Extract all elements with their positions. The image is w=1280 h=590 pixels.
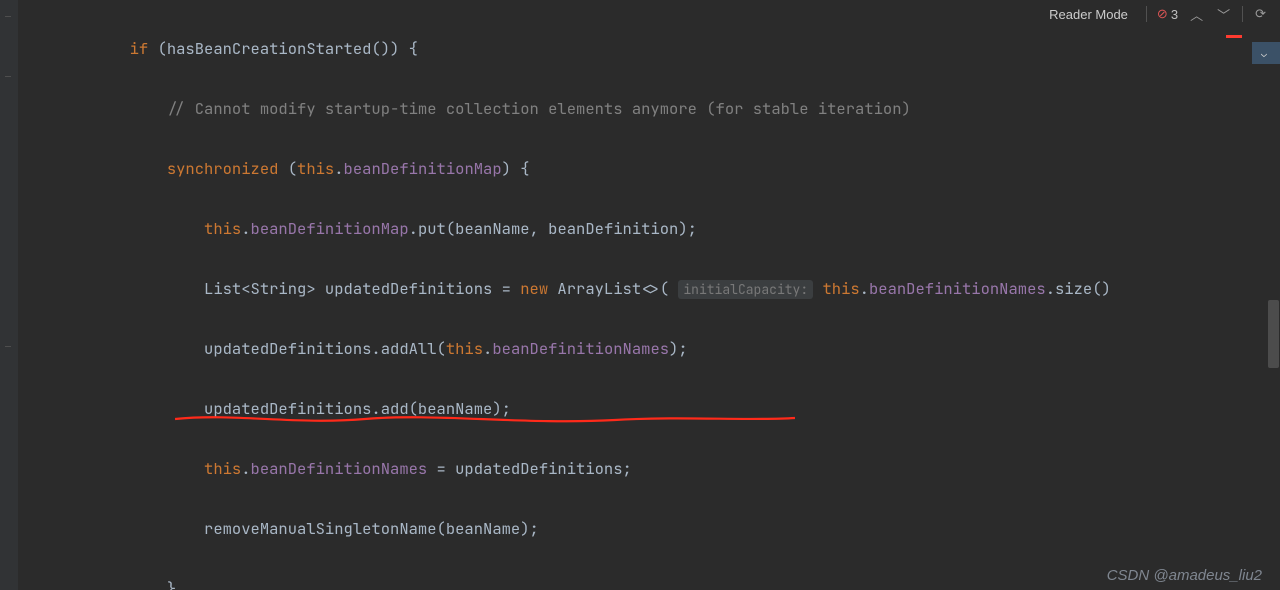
error-count-value: 3 (1171, 7, 1178, 22)
reader-mode-label[interactable]: Reader Mode (1041, 7, 1136, 22)
error-indicator[interactable]: ⊘ 3 (1157, 6, 1178, 22)
fold-mark-icon[interactable]: — (3, 340, 13, 353)
keyword-if: if (130, 38, 149, 59)
separator (1146, 6, 1147, 22)
error-icon: ⊘ (1157, 6, 1168, 22)
separator (1242, 6, 1243, 22)
csdn-watermark: CSDN @amadeus_liu2 (1107, 567, 1262, 584)
editor-top-toolbar: Reader Mode ⊘ 3 ︿ ﹀ ⟳ (1041, 0, 1268, 28)
inspection-dropdown[interactable]: ⌄ (1252, 42, 1280, 64)
parameter-hint: initialCapacity: (678, 280, 813, 299)
code-editor[interactable]: if (hasBeanCreationStarted()) { // Canno… (18, 0, 1280, 590)
fold-mark-icon[interactable]: — (3, 10, 13, 23)
refresh-icon[interactable]: ⟳ (1253, 6, 1268, 22)
scrollbar-thumb[interactable] (1268, 300, 1279, 368)
error-squiggle-indicator (1226, 34, 1242, 38)
prev-highlight-icon[interactable]: ︿ (1188, 5, 1205, 24)
chevron-down-icon: ⌄ (1261, 47, 1267, 60)
fold-mark-icon[interactable]: — (3, 70, 13, 83)
next-highlight-icon[interactable]: ﹀ (1215, 5, 1232, 24)
keyword-synchronized: synchronized (167, 158, 279, 179)
editor-gutter: — — — (0, 0, 18, 590)
comment: // Cannot modify startup-time collection… (167, 98, 911, 119)
